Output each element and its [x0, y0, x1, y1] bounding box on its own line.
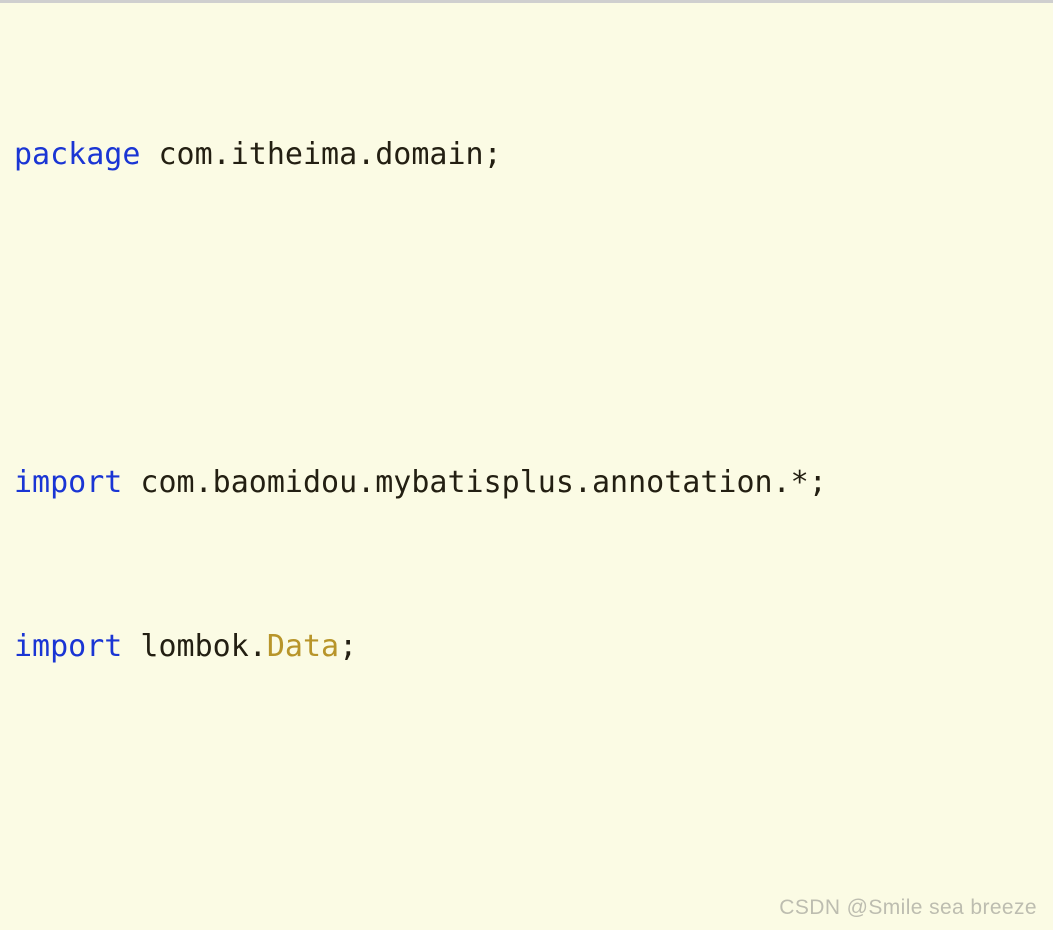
csdn-watermark: CSDN @Smile sea breeze: [779, 896, 1037, 919]
keyword-import-1: import: [14, 465, 123, 500]
import-path-lombok: lombok.: [122, 629, 267, 664]
code-line-import-mybatisplus: import com.baomidou.mybatisplus.annotati…: [14, 462, 1053, 503]
code-snippet-image: package com.itheima.domain; import com.b…: [0, 0, 1053, 930]
package-name: com.itheima.domain;: [140, 137, 502, 172]
keyword-import-2: import: [14, 629, 123, 664]
java-code-block: package com.itheima.domain; import com.b…: [14, 11, 1053, 930]
code-line-import-lombok: import lombok.Data;: [14, 626, 1053, 667]
code-line-blank-1: [14, 298, 1053, 339]
import-path-mybatisplus: com.baomidou.mybatisplus.annotation.*;: [122, 465, 827, 500]
code-line-package: package com.itheima.domain;: [14, 134, 1053, 175]
import-semicolon: ;: [339, 629, 358, 664]
keyword-package: package: [14, 137, 141, 172]
code-line-blank-2: [14, 790, 1053, 831]
import-type-data: Data: [266, 629, 340, 664]
